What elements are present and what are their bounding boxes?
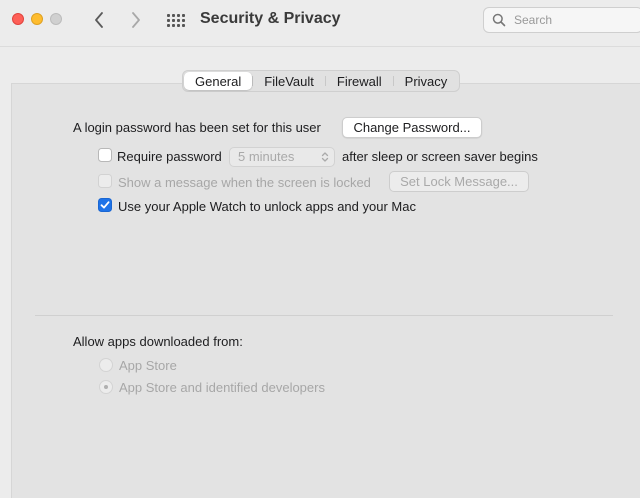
chevron-up-down-icon — [321, 152, 329, 162]
tab-firewall[interactable]: Firewall — [326, 72, 393, 90]
apple-watch-label: Use your Apple Watch to unlock apps and … — [118, 199, 416, 214]
zoom-window-button[interactable] — [50, 13, 62, 25]
identified-developers-radio[interactable] — [99, 380, 113, 394]
show-message-checkbox[interactable] — [98, 174, 112, 188]
tab-general[interactable]: General — [184, 72, 253, 90]
app-store-radio[interactable] — [99, 358, 113, 372]
forward-button[interactable] — [125, 9, 147, 31]
back-button[interactable] — [88, 9, 110, 31]
close-window-button[interactable] — [12, 13, 24, 25]
change-password-button[interactable]: Change Password... — [342, 117, 482, 138]
chevron-right-icon — [132, 12, 140, 28]
login-password-status: A login password has been set for this u… — [73, 120, 321, 135]
section-divider — [35, 315, 613, 316]
require-password-label: Require password — [117, 149, 222, 164]
after-sleep-label: after sleep or screen saver begins — [342, 149, 538, 164]
show-all-grid-icon[interactable] — [165, 10, 187, 30]
require-password-interval-value: 5 minutes — [238, 149, 295, 164]
checkmark-icon — [100, 201, 110, 209]
allow-apps-heading: Allow apps downloaded from: — [73, 334, 243, 349]
general-pane — [11, 83, 640, 498]
app-store-label: App Store — [119, 358, 177, 373]
apple-watch-checkbox[interactable] — [98, 198, 112, 212]
identified-developers-label: App Store and identified developers — [119, 380, 325, 395]
set-lock-message-button[interactable]: Set Lock Message... — [389, 171, 529, 192]
require-password-interval-popup[interactable]: 5 minutes — [229, 147, 335, 167]
search-icon — [492, 13, 506, 27]
tab-filevault[interactable]: FileVault — [253, 72, 325, 90]
title-bar: Security & Privacy — [0, 0, 640, 47]
show-message-label: Show a message when the screen is locked — [118, 175, 371, 190]
search-input[interactable] — [512, 12, 636, 28]
tab-privacy[interactable]: Privacy — [394, 72, 459, 90]
radio-selected-dot — [104, 385, 108, 389]
tab-bar: General FileVault Firewall Privacy — [182, 70, 461, 92]
window-title: Security & Privacy — [200, 10, 341, 27]
search-field[interactable] — [483, 7, 640, 33]
chevron-left-icon — [95, 12, 103, 28]
require-password-checkbox[interactable] — [98, 148, 112, 162]
minimize-window-button[interactable] — [31, 13, 43, 25]
